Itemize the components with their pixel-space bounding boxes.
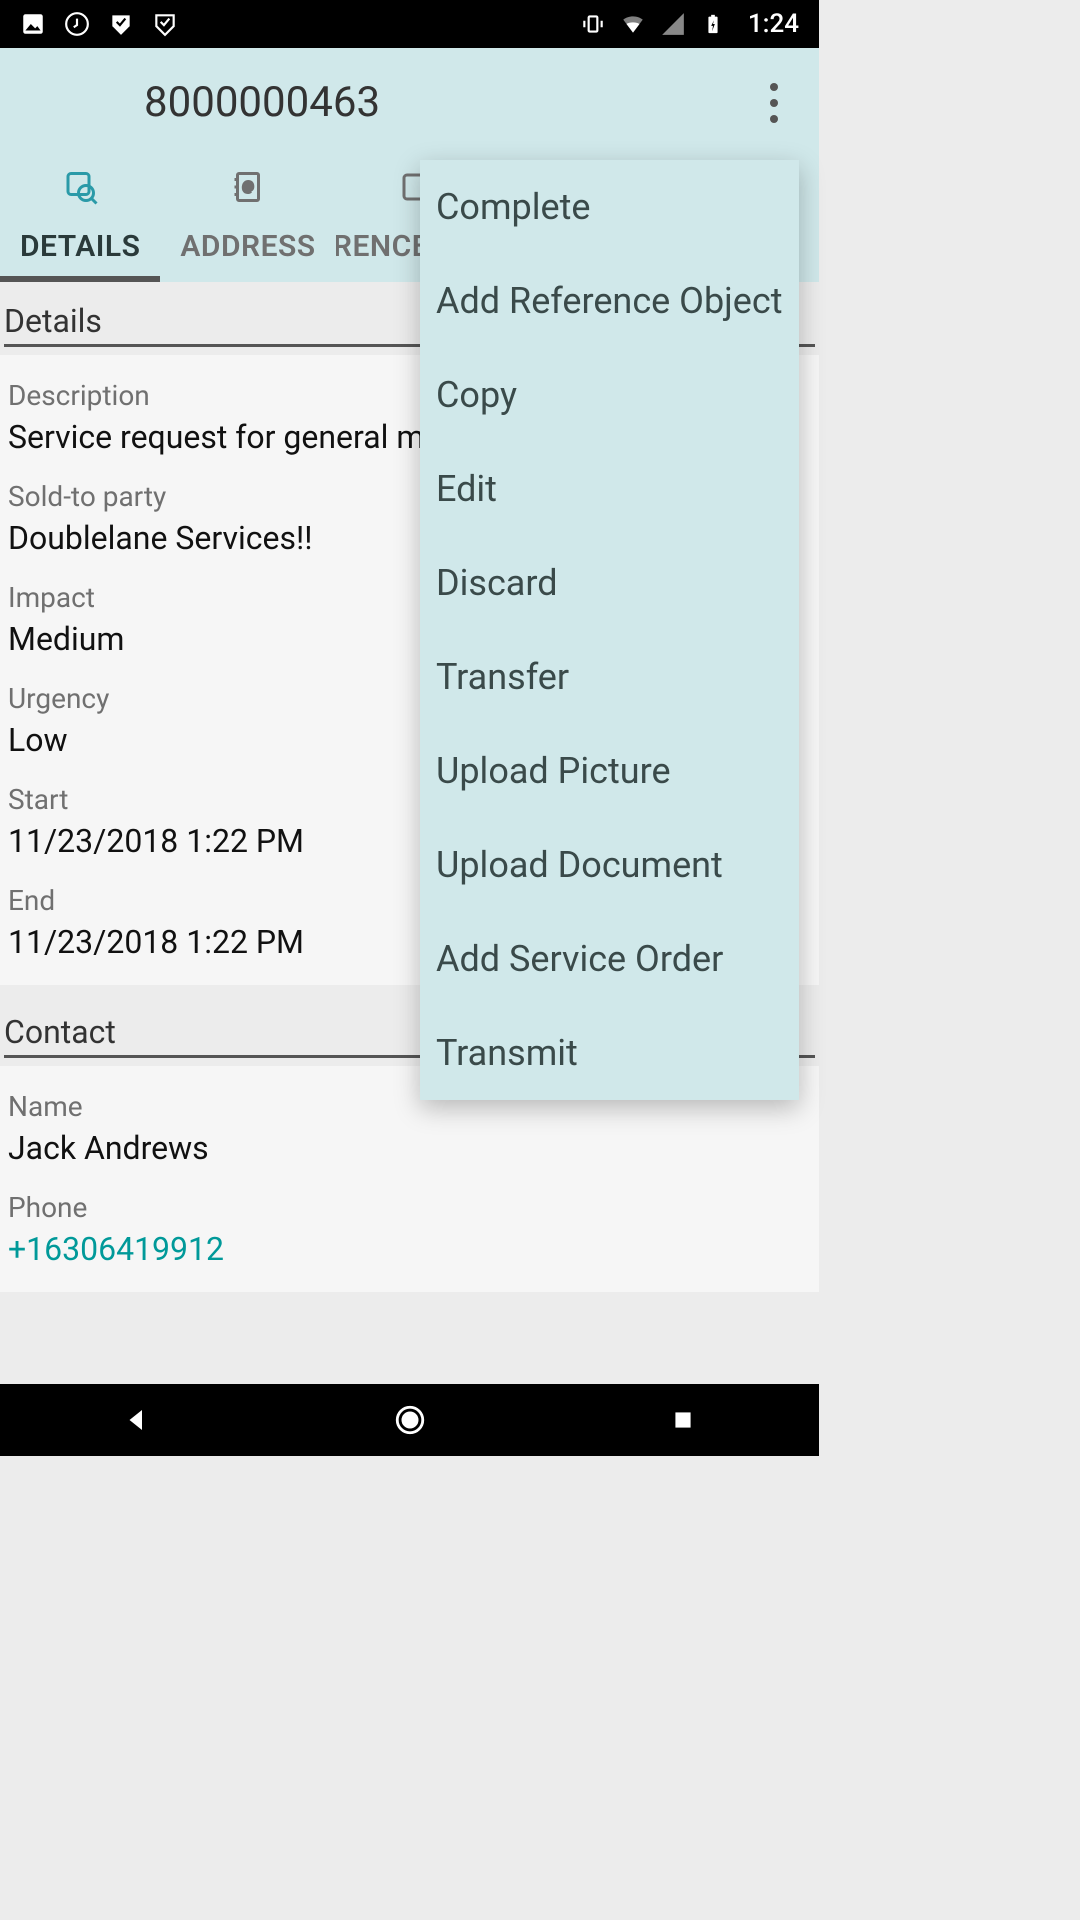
menu-edit[interactable]: Edit	[420, 442, 799, 536]
more-dot-icon	[770, 99, 778, 107]
menu-complete[interactable]: Complete	[420, 160, 799, 254]
menu-copy[interactable]: Copy	[420, 348, 799, 442]
svg-text:@: @	[243, 179, 254, 193]
shield-icon	[64, 11, 90, 37]
status-right-icons: 1:24	[580, 9, 799, 39]
system-nav-bar	[0, 1384, 819, 1456]
check-icon	[108, 11, 134, 37]
menu-upload-picture[interactable]: Upload Picture	[420, 724, 799, 818]
menu-transfer[interactable]: Transfer	[420, 630, 799, 724]
more-dot-icon	[770, 83, 778, 91]
menu-upload-document[interactable]: Upload Document	[420, 818, 799, 912]
page-title: 8000000463	[30, 78, 789, 157]
status-time: 1:24	[748, 9, 799, 39]
more-dot-icon	[770, 115, 778, 123]
menu-add-service-order[interactable]: Add Service Order	[420, 912, 799, 1006]
menu-transmit[interactable]: Transmit	[420, 1006, 799, 1100]
app-header: 8000000463	[0, 48, 819, 157]
phone-link[interactable]: +16306419912	[8, 1230, 811, 1268]
tab-label: DETAILS	[20, 229, 140, 264]
tab-address[interactable]: @ ADDRESS	[160, 157, 335, 282]
image-icon	[20, 11, 46, 37]
status-left-icons	[20, 11, 178, 37]
field-label: Phone	[8, 1191, 811, 1224]
signal-icon	[660, 11, 686, 37]
vibrate-icon	[580, 11, 606, 37]
home-button[interactable]	[390, 1400, 430, 1440]
details-icon	[60, 167, 100, 207]
tab-details[interactable]: DETAILS	[0, 157, 160, 282]
tab-label: ADDRESS	[180, 229, 315, 264]
battery-icon	[700, 11, 726, 37]
menu-discard[interactable]: Discard	[420, 536, 799, 630]
field-phone: Phone +16306419912	[8, 1179, 811, 1280]
status-bar: 1:24	[0, 0, 819, 48]
address-icon: @	[228, 167, 268, 207]
overflow-menu: Complete Add Reference Object Copy Edit …	[420, 160, 799, 1100]
check-icon-2	[152, 11, 178, 37]
recent-apps-button[interactable]	[663, 1400, 703, 1440]
back-button[interactable]	[117, 1400, 157, 1440]
more-menu-button[interactable]	[759, 78, 789, 128]
wifi-icon	[620, 11, 646, 37]
menu-add-reference-object[interactable]: Add Reference Object	[420, 254, 799, 348]
field-value: Jack Andrews	[8, 1129, 811, 1167]
